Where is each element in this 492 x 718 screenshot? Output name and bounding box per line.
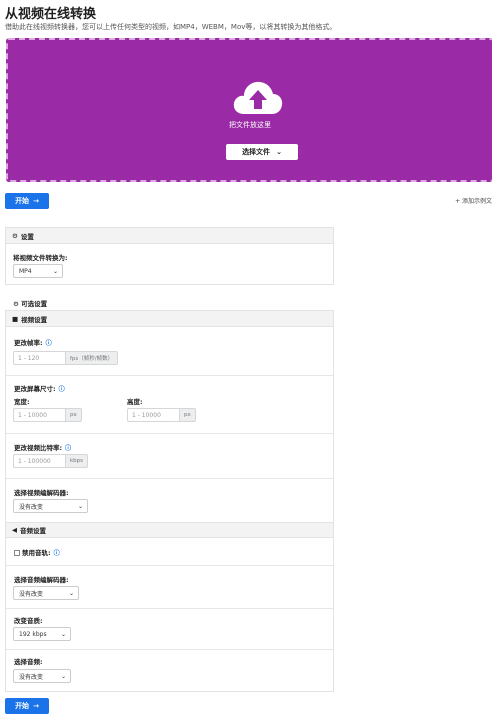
chevron-down-icon: ⌄: [68, 589, 74, 597]
disable-audio-row[interactable]: 禁用音轨: ⓘ: [14, 547, 60, 557]
chevron-down-icon: ⌄: [276, 148, 282, 156]
speaker-icon: ◀: [12, 526, 17, 534]
choose-file-button[interactable]: 选择文件 ⌄: [226, 144, 298, 160]
start-label: 开始: [15, 702, 30, 710]
settings-header: ⚙ 设置: [6, 228, 333, 244]
arrow-right-icon: →: [33, 702, 39, 710]
info-icon[interactable]: ⓘ: [46, 340, 52, 347]
audio-codec-select[interactable]: 没有改变 ⌄: [13, 586, 79, 600]
video-codec-select[interactable]: 没有改变 ⌄: [13, 499, 88, 513]
arrow-right-icon: →: [33, 197, 39, 205]
upload-dropzone[interactable]: 把文件放这里 选择文件 ⌄: [6, 38, 492, 182]
start-button-top[interactable]: 开始 →: [5, 193, 49, 209]
page-subtitle: 借助此在线视频转换器，您可以上传任何类型的视频，如MP4，WEBM，Mov等，以…: [5, 23, 337, 31]
divider: [6, 608, 333, 609]
drop-text: 把文件放这里: [229, 121, 271, 129]
frame-rate-input[interactable]: 1 - 120: [13, 351, 65, 365]
gear-icon: ⚙: [12, 231, 18, 240]
audio-channel-value: 没有改变: [19, 673, 44, 681]
frame-rate-field[interactable]: 1 - 120 fps（帧秒/帧数）: [13, 351, 119, 365]
video-settings-header: ■ 视频设置: [6, 311, 333, 327]
audio-codec-value: 没有改变: [19, 590, 44, 598]
settings-title: 设置: [20, 232, 34, 241]
video-codec-label: 选择视频编解码器:: [14, 489, 69, 497]
video-bitrate-input[interactable]: 1 - 100000: [13, 454, 65, 468]
chevron-down-icon: ⌄: [60, 672, 66, 680]
audio-channel-select[interactable]: 没有改变 ⌄: [13, 669, 71, 683]
chevron-down-icon: ⌄: [77, 502, 83, 510]
width-unit: px: [65, 408, 82, 422]
audio-bitrate-label: 改变音质:: [14, 617, 43, 625]
convert-to-label: 将视频文件转换为:: [13, 254, 68, 262]
audio-bitrate-value: 192 kbps: [19, 630, 47, 638]
disable-audio-checkbox[interactable]: [14, 550, 20, 556]
optional-settings-title: ⚙ 可选设置: [13, 300, 48, 308]
divider: [6, 565, 333, 566]
video-bitrate-field[interactable]: 1 - 100000 kbps: [13, 454, 89, 468]
height-unit: px: [179, 408, 196, 422]
audio-bitrate-select[interactable]: 192 kbps ⌄: [13, 627, 71, 641]
audio-channel-label: 选择音频:: [14, 658, 43, 666]
video-bitrate-unit: kbps: [65, 454, 89, 468]
video-camera-icon: ■: [12, 314, 19, 323]
chevron-down-icon: ⌄: [60, 630, 66, 638]
chevron-down-icon: ⌄: [52, 267, 58, 275]
format-select[interactable]: MP4 ⌄: [13, 264, 63, 278]
page-title: 从视频在线转换: [5, 7, 97, 22]
height-input[interactable]: 1 - 10000: [127, 408, 179, 422]
divider: [6, 433, 333, 434]
cloud-upload-icon: [233, 81, 283, 114]
frame-rate-unit: fps（帧秒/帧数）: [65, 351, 119, 365]
frame-rate-label: 更改帧率: ⓘ: [14, 339, 52, 347]
info-icon[interactable]: ⓘ: [54, 550, 60, 557]
info-icon[interactable]: ⓘ: [65, 445, 71, 452]
height-label: 高度:: [127, 398, 143, 406]
resize-label: 更改屏幕尺寸: ⓘ: [14, 385, 65, 393]
divider: [6, 478, 333, 479]
gear-icon: ⚙: [13, 300, 19, 308]
width-field[interactable]: 1 - 10000 px: [13, 408, 82, 422]
audio-codec-label: 选择音频编解码器:: [14, 576, 69, 584]
width-label: 宽度:: [14, 398, 30, 406]
choose-file-label: 选择文件: [242, 148, 271, 156]
video-bitrate-label: 更改视频比特率: ⓘ: [14, 444, 72, 452]
video-codec-value: 没有改变: [19, 503, 44, 511]
width-input[interactable]: 1 - 10000: [13, 408, 65, 422]
divider: [6, 375, 333, 376]
height-field[interactable]: 1 - 10000 px: [127, 408, 196, 422]
format-value: MP4: [19, 267, 32, 275]
start-label: 开始: [15, 197, 30, 205]
audio-settings-header: ◀ 音频设置: [6, 522, 333, 538]
info-icon[interactable]: ⓘ: [59, 386, 65, 393]
divider: [6, 649, 333, 650]
start-button-bottom[interactable]: 开始 →: [5, 698, 49, 714]
add-example-link[interactable]: + 添加示例文: [455, 196, 492, 205]
